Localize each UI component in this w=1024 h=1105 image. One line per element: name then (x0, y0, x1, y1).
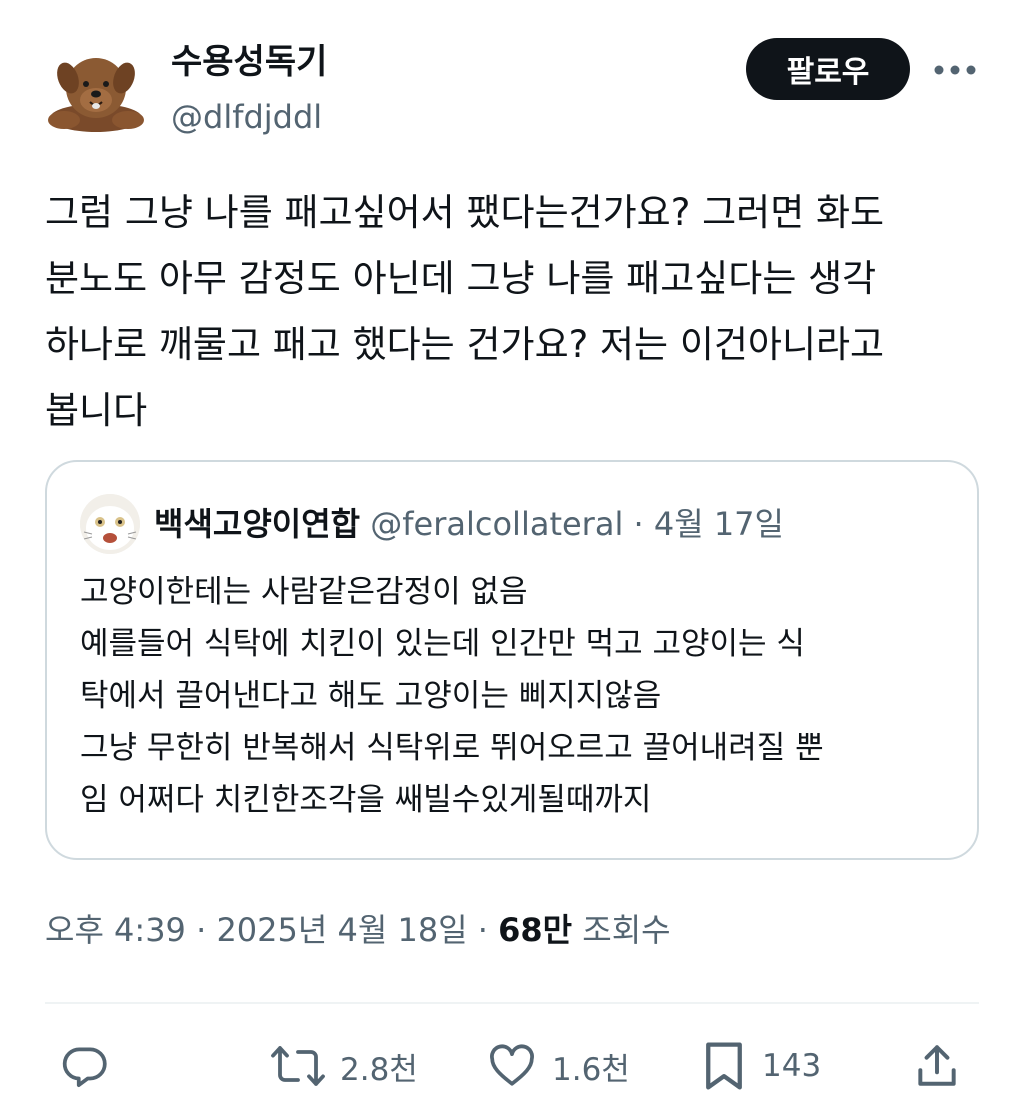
tweet-text: 그럼 그냥 나를 패고싶어서 팼다는건가요? 그러면 화도 분노도 아무 감정도… (45, 180, 985, 444)
author-name[interactable]: 수용성독기 (171, 40, 327, 84)
quote-line: 예를들어 식탁에 치킨이 있는데 인간만 먹고 고양이는 식 (80, 626, 805, 662)
quote-line: 그냥 무한히 반복해서 식탁위로 뛰어오르고 끌어내려질 뿐 (80, 730, 824, 766)
tweet-date[interactable]: 2025년 4월 18일 (216, 911, 467, 949)
tweet-line: 봅니다 (45, 389, 148, 432)
views-count: 68만 (498, 911, 573, 949)
quote-line: 탁에서 끌어낸다고 해도 고양이는 삐지지않음 (80, 678, 662, 714)
bookmark-icon (706, 1042, 742, 1090)
quote-avatar[interactable] (80, 494, 140, 554)
author-handle[interactable]: @dlfdjddl (171, 96, 322, 138)
share-icon (918, 1045, 956, 1086)
follow-button[interactable]: 팔로우 (746, 38, 910, 100)
tweet-time[interactable]: 오후 4:39 (45, 911, 186, 949)
quote-line: 고양이한테는 사람같은감정이 없음 (80, 574, 528, 610)
meta-separator: · (467, 911, 499, 949)
brown-dog-avatar-icon (48, 58, 144, 132)
tweet-meta: 오후 4:39 · 2025년 4월 18일 · 68만 조회수 (45, 908, 671, 952)
tweet-line: 분노도 아무 감정도 아닌데 그냥 나를 패고싶다는 생각 (45, 257, 877, 300)
bookmark-count: 143 (762, 1048, 822, 1084)
heart-icon (490, 1044, 534, 1086)
quote-author-handle[interactable]: @feralcollateral (370, 505, 623, 543)
quote-text: 고양이한테는 사람같은감정이 없음 예를들어 식탁에 치킨이 있는데 인간만 먹… (80, 566, 960, 826)
reply-icon (62, 1047, 107, 1088)
quoted-tweet[interactable]: 백색고양이연합 @feralcollateral · 4월 17일 고양이한테는… (45, 460, 979, 860)
tweet-line: 하나로 깨물고 패고 했다는 건가요? 저는 이건아니라고 (45, 323, 885, 366)
tweet-line: 그럼 그냥 나를 패고싶어서 팼다는건가요? 그러면 화도 (45, 191, 885, 234)
quote-header: 백색고양이연합 @feralcollateral · 4월 17일 (154, 502, 784, 546)
divider (45, 1002, 979, 1004)
bookmark-button[interactable]: 143 (700, 1038, 821, 1094)
white-cat-avatar-icon (80, 494, 140, 554)
share-button[interactable] (912, 1038, 962, 1094)
quote-line: 임 어쩌다 치킨한조각을 쌔빌수있게될때까지 (80, 782, 652, 818)
quote-author-name[interactable]: 백색고양이연합 (154, 505, 360, 543)
repost-count: 2.8천 (340, 1051, 418, 1088)
quote-date[interactable]: 4월 17일 (654, 505, 784, 543)
like-button[interactable]: 1.6천 (486, 1038, 630, 1094)
views-label: 조회수 (582, 911, 671, 949)
like-count: 1.6천 (552, 1051, 630, 1088)
repost-button[interactable]: 2.8천 (270, 1038, 418, 1094)
reply-button[interactable] (60, 1038, 110, 1094)
quote-separator: · (633, 505, 644, 543)
more-button[interactable] (930, 52, 980, 88)
more-horizontal-icon (934, 65, 976, 75)
author-avatar[interactable] (44, 48, 148, 136)
repost-icon (271, 1046, 325, 1086)
meta-separator: · (185, 911, 217, 949)
action-bar: 2.8천 1.6천 143 (0, 1030, 1024, 1100)
